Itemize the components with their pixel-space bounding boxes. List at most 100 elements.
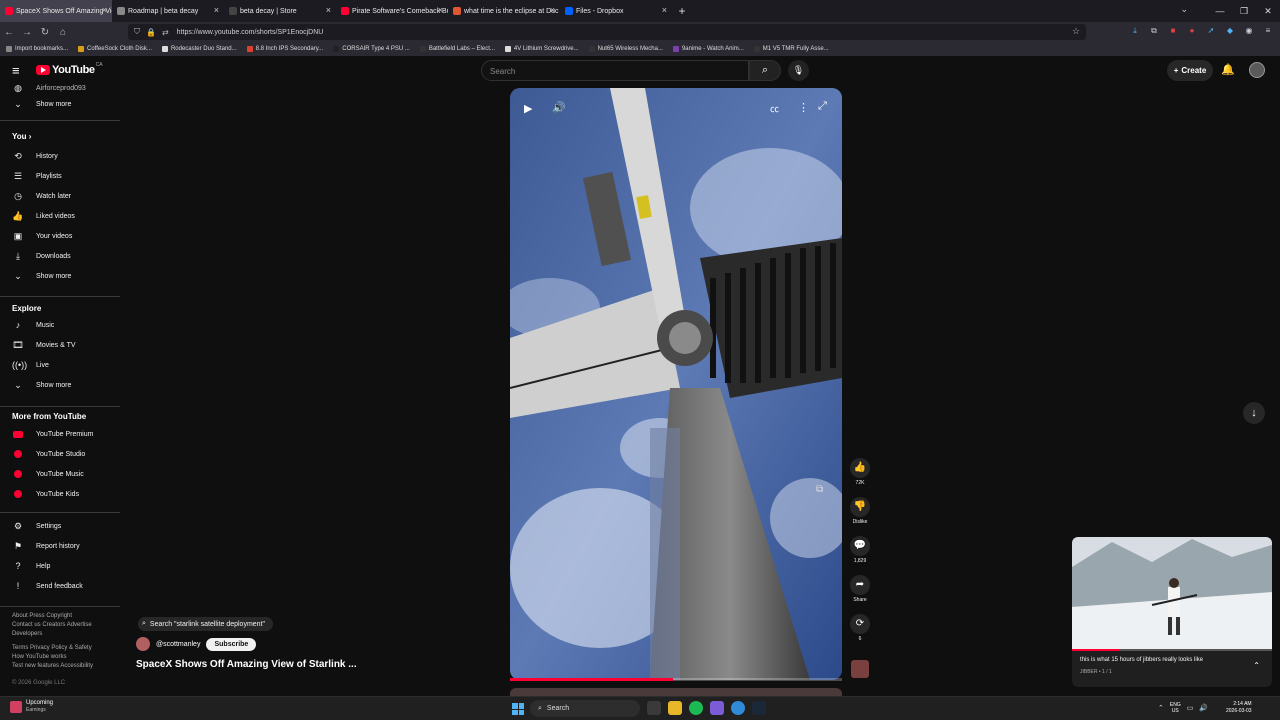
extension-arrow-icon[interactable]: ➚ xyxy=(1205,25,1217,37)
taskbar-clock[interactable]: 2:14 AM 2026-03-03 xyxy=(1226,701,1252,715)
browser-tab[interactable]: Pirate Software's Comeback Bu × xyxy=(336,0,448,22)
menu-icon[interactable]: ≡ xyxy=(1262,25,1274,37)
sidebar-item-history[interactable]: ⟲ History xyxy=(0,146,120,166)
sidebar-item-youtube-music[interactable]: YouTube Music xyxy=(0,464,120,484)
close-tab-icon[interactable]: × xyxy=(214,5,219,15)
more-options-icon[interactable]: ⋮ xyxy=(798,101,809,114)
bookmark-item[interactable]: M1 V5 TMR Fully Asse... xyxy=(753,46,829,52)
close-tab-icon[interactable]: × xyxy=(550,5,555,15)
create-button[interactable]: + Create xyxy=(1167,60,1213,81)
network-icon[interactable]: ▭ xyxy=(1187,704,1194,712)
sidebar-item-show-more-subscriptions[interactable]: ⌄ Show more xyxy=(0,94,120,114)
sidebar-item-your-videos[interactable]: ▣ Your videos xyxy=(0,226,120,246)
sidebar-item-settings[interactable]: ⚙ Settings xyxy=(0,516,120,536)
url-text[interactable]: https://www.youtube.com/shorts/SP1EnocjD… xyxy=(177,29,324,36)
spotify-icon[interactable] xyxy=(689,701,703,715)
sidebar-item-liked-videos[interactable]: 👍 Liked videos xyxy=(0,206,120,226)
sidebar-item-live[interactable]: ((•)) Live xyxy=(0,355,120,375)
close-tab-icon[interactable]: × xyxy=(102,5,107,15)
sidebar-item-youtube-kids[interactable]: YouTube Kids xyxy=(0,484,120,504)
bookmark-item[interactable]: 8.8 Inch IPS Secondary... xyxy=(246,46,323,52)
channel-avatar[interactable] xyxy=(136,637,150,651)
sidebar-item-music[interactable]: ♪ Music xyxy=(0,315,120,335)
subscribe-button[interactable]: Subscribe xyxy=(206,637,257,651)
address-bar[interactable]: ⛉ 🔒 ⇄ https://www.youtube.com/shorts/SP1… xyxy=(128,24,1086,40)
mini-player-progress[interactable] xyxy=(1072,649,1272,651)
minimize-icon[interactable]: — xyxy=(1208,0,1232,22)
bookmark-item[interactable]: CORSAIR Type 4 PSU ... xyxy=(333,46,410,52)
footer-links-2[interactable]: Terms Privacy Policy & Safety How YouTub… xyxy=(12,644,112,671)
sidebar-item-send-feedback[interactable]: ! Send feedback xyxy=(0,576,120,596)
steam-icon[interactable] xyxy=(752,701,766,715)
lock-icon[interactable]: 🔒 xyxy=(146,28,156,37)
browser-tab[interactable]: what time is the eclipse at Duc × xyxy=(448,0,560,22)
new-tab-button[interactable]: + xyxy=(672,4,692,18)
bookmark-star-icon[interactable]: ☆ xyxy=(1072,26,1080,37)
bookmark-item[interactable]: 9anime - Watch Anim... xyxy=(672,46,744,52)
voice-search-button[interactable]: 🎙 xyxy=(788,60,809,81)
back-icon[interactable]: ← xyxy=(0,27,18,38)
extension-shield-icon[interactable]: ● xyxy=(1186,25,1198,37)
captions-icon[interactable]: ㏄ xyxy=(770,102,779,115)
sidebar-item-watch-later[interactable]: ◷ Watch later xyxy=(0,186,120,206)
play-icon[interactable]: ▶ xyxy=(524,102,532,115)
audio-icon[interactable]: ◉ xyxy=(1243,25,1255,37)
dislike-button[interactable]: 👎 Dislike xyxy=(848,497,872,525)
comments-button[interactable]: 💬 1,829 xyxy=(848,536,872,564)
reload-icon[interactable]: ↻ xyxy=(36,27,54,38)
close-tab-icon[interactable]: × xyxy=(662,5,667,15)
widgets-button[interactable]: Upcoming Earnings xyxy=(10,700,53,714)
sidebar-item-youtube-premium[interactable]: YouTube Premium xyxy=(0,424,120,444)
remix-button[interactable]: ⟳ 6 xyxy=(848,614,872,642)
notifications-bell-icon[interactable]: 🔔 xyxy=(1221,63,1235,76)
volume-tray-icon[interactable]: 🔊 xyxy=(1199,704,1208,712)
share-button[interactable]: ➦ Share xyxy=(848,575,872,603)
sidebar-item-show-more[interactable]: ⌄ Show more xyxy=(0,266,120,286)
language-indicator[interactable]: ENG US xyxy=(1170,702,1181,714)
browser-taskbar-icon[interactable] xyxy=(731,701,745,715)
discord-icon[interactable] xyxy=(710,701,724,715)
video-progress-bar[interactable] xyxy=(510,678,842,681)
close-tab-icon[interactable]: × xyxy=(326,5,331,15)
next-short-preview[interactable] xyxy=(510,688,842,696)
channel-thumbnail[interactable] xyxy=(851,660,869,678)
task-view-icon[interactable] xyxy=(647,701,661,715)
like-button[interactable]: 👍 72K xyxy=(848,458,872,486)
related-search-chip[interactable]: ⌕ Search "starlink satellite deployment" xyxy=(138,617,274,631)
bookmark-item[interactable]: Rodecaster Duo Stand... xyxy=(161,46,237,52)
search-button[interactable]: ⌕ xyxy=(749,60,781,81)
sidebar-heading-you[interactable]: You › xyxy=(12,132,31,141)
next-video-button[interactable]: ↓ xyxy=(1243,402,1265,424)
bookmark-item[interactable]: 4V Lithium Screwdrive... xyxy=(504,46,579,52)
bookmark-item[interactable]: CoffeeSock Cloth Disk... xyxy=(78,46,152,52)
extension-red-icon[interactable]: ■ xyxy=(1167,25,1179,37)
video-title[interactable]: SpaceX Shows Off Amazing View of Starlin… xyxy=(136,659,357,670)
sidebar-item-help[interactable]: ? Help xyxy=(0,556,120,576)
browser-tab[interactable]: beta decay | Store × xyxy=(224,0,336,22)
sidebar-item-movies-tv[interactable]: 🎞 Movies & TV xyxy=(0,335,120,355)
chevron-up-icon[interactable]: ⌃ xyxy=(1253,661,1260,670)
close-window-icon[interactable]: ✕ xyxy=(1256,0,1280,22)
close-tab-icon[interactable]: × xyxy=(438,5,443,15)
fullscreen-icon[interactable]: ⤢ xyxy=(818,100,827,113)
browser-tab[interactable]: Files - Dropbox × xyxy=(560,0,672,22)
sidebar-item-playlists[interactable]: ☰ Playlists xyxy=(0,166,120,186)
bookmark-item[interactable]: Import bookmarks... xyxy=(6,46,68,52)
forward-icon[interactable]: → xyxy=(18,27,36,38)
file-explorer-icon[interactable] xyxy=(668,701,682,715)
shield-icon[interactable]: ⛉ xyxy=(134,27,140,37)
channel-name[interactable]: @scottmanley xyxy=(156,641,200,648)
tray-overflow-icon[interactable]: ⌃ xyxy=(1158,704,1164,712)
extensions-icon[interactable]: ⧉ xyxy=(1148,25,1160,37)
footer-links-1[interactable]: About Press Copyright Contact us Creator… xyxy=(12,612,112,639)
downloads-icon[interactable]: ⤓ xyxy=(1129,25,1141,37)
home-icon[interactable]: ⌂ xyxy=(54,27,72,38)
sidebar-item-downloads[interactable]: ⤓ Downloads xyxy=(0,246,120,266)
list-all-tabs-icon[interactable]: ⌄ xyxy=(1180,4,1188,15)
extension-blue-icon[interactable]: ◆ xyxy=(1224,25,1236,37)
volume-icon[interactable]: 🔊 xyxy=(552,101,566,114)
shorts-video-player[interactable]: ▶ 🔊 ㏄ ⋮ ⤢ ⧉ xyxy=(510,88,842,680)
miniplayer-overlay-icon[interactable]: ⧉ xyxy=(816,484,823,495)
sidebar-item-youtube-studio[interactable]: YouTube Studio xyxy=(0,444,120,464)
sidebar-item-report-history[interactable]: ⚑ Report history xyxy=(0,536,120,556)
